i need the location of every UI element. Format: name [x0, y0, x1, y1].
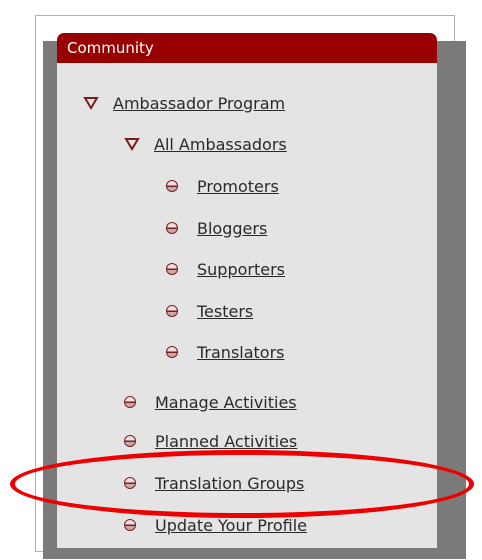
link-translators[interactable]: Translators [197, 343, 285, 362]
community-panel: Community Ambassador Program All Ambassa… [57, 33, 437, 548]
nav-item-manage-activities: Manage Activities [124, 388, 297, 416]
nav-item-translators: Translators [166, 338, 285, 366]
nav-item-planned-activities: Planned Activities [124, 427, 297, 455]
triangle-down-icon[interactable] [83, 95, 99, 111]
link-update-profile[interactable]: Update Your Profile [155, 516, 307, 535]
nav-item-testers: Testers [166, 297, 253, 325]
bullet-icon [124, 435, 136, 447]
bullet-icon [166, 180, 178, 192]
bullet-icon [166, 346, 178, 358]
bullet-icon [124, 477, 136, 489]
link-planned-activities[interactable]: Planned Activities [155, 432, 297, 451]
nav-item-translation-groups: Translation Groups [124, 469, 304, 497]
nav-item-supporters: Supporters [166, 255, 285, 283]
link-translation-groups[interactable]: Translation Groups [155, 474, 304, 493]
link-supporters[interactable]: Supporters [197, 260, 285, 279]
nav-item-bloggers: Bloggers [166, 214, 267, 242]
nav-item-update-profile: Update Your Profile [124, 511, 307, 539]
link-bloggers[interactable]: Bloggers [197, 219, 267, 238]
link-all-ambassadors[interactable]: All Ambassadors [154, 135, 287, 154]
panel-header-curve [57, 63, 437, 71]
triangle-down-icon[interactable] [124, 136, 140, 152]
panel-title: Community [57, 33, 437, 63]
link-testers[interactable]: Testers [197, 302, 253, 321]
link-promoters[interactable]: Promoters [197, 177, 279, 196]
nav-item-promoters: Promoters [166, 172, 279, 200]
bullet-icon [124, 396, 136, 408]
bullet-icon [166, 305, 178, 317]
nav-item-all-ambassadors: All Ambassadors [124, 130, 287, 158]
nav-item-ambassador-program: Ambassador Program [83, 89, 285, 117]
link-ambassador-program[interactable]: Ambassador Program [113, 94, 285, 113]
link-manage-activities[interactable]: Manage Activities [155, 393, 297, 412]
bullet-icon [124, 519, 136, 531]
bullet-icon [166, 222, 178, 234]
bullet-icon [166, 263, 178, 275]
